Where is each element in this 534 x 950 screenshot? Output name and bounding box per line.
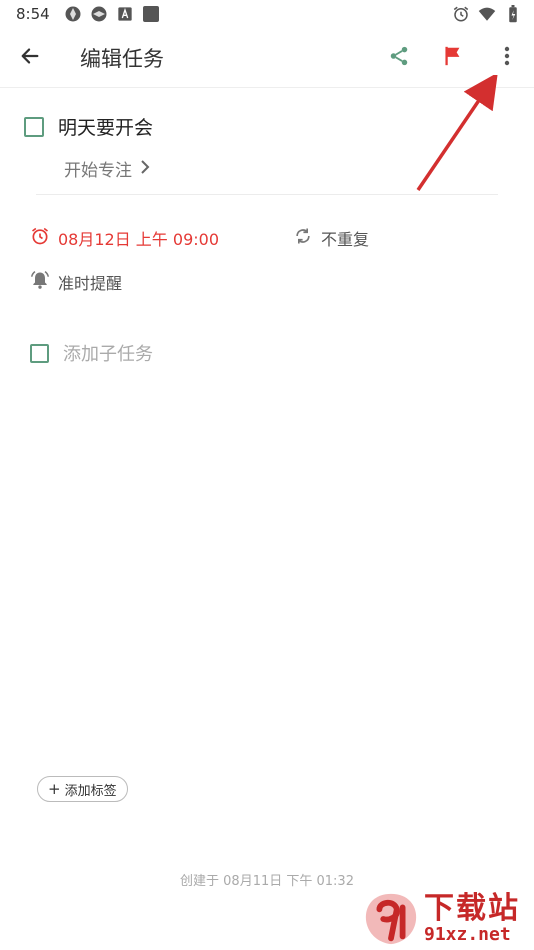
task-title[interactable]: 明天要开会 bbox=[58, 113, 153, 140]
flag-icon bbox=[443, 45, 463, 71]
add-subtask-placeholder: 添加子任务 bbox=[63, 344, 153, 365]
repeat-icon bbox=[293, 226, 313, 250]
arrow-left-icon bbox=[19, 45, 41, 71]
a-icon bbox=[116, 5, 134, 23]
back-button[interactable] bbox=[0, 28, 60, 88]
add-tag-button[interactable]: + 添加标签 bbox=[37, 776, 128, 802]
wifi-icon bbox=[478, 5, 496, 23]
chevron-right-icon bbox=[140, 158, 150, 179]
reminder-button[interactable]: 准时提醒 bbox=[30, 270, 122, 294]
alarm-bell-icon bbox=[30, 270, 50, 294]
add-tag-label: 添加标签 bbox=[64, 783, 117, 799]
watermark: 下载站 91xz.net bbox=[362, 890, 520, 948]
due-date-button[interactable]: 08月12日 上午 09:00 bbox=[30, 226, 219, 250]
start-focus-button[interactable]: 开始专注 bbox=[64, 156, 150, 181]
square-icon bbox=[142, 5, 160, 23]
reminder-label: 准时提醒 bbox=[58, 274, 123, 293]
status-time: 8:54 bbox=[16, 5, 50, 23]
due-date-label: 08月12日 上午 09:00 bbox=[58, 230, 220, 249]
flag-button[interactable] bbox=[426, 28, 480, 88]
shutter-icon bbox=[64, 5, 82, 23]
divider bbox=[36, 194, 498, 195]
alarm-icon bbox=[452, 5, 470, 23]
repeat-button[interactable]: 不重复 bbox=[293, 226, 369, 250]
subtask-checkbox bbox=[30, 343, 49, 363]
status-bar: 8:54 bbox=[0, 0, 534, 28]
repeat-label: 不重复 bbox=[321, 230, 370, 249]
app-bar: 编辑任务 bbox=[0, 28, 534, 88]
plus-icon: + bbox=[48, 780, 61, 798]
start-focus-label: 开始专注 bbox=[64, 161, 132, 181]
annotation-arrow bbox=[416, 75, 498, 191]
more-options-button[interactable] bbox=[480, 28, 534, 88]
created-timestamp: 创建于 08月11日 下午 01:32 bbox=[180, 874, 354, 889]
share-icon bbox=[388, 45, 410, 71]
page-title: 编辑任务 bbox=[80, 46, 164, 71]
watermark-url: 91xz.net bbox=[424, 924, 511, 945]
battery-icon bbox=[504, 5, 522, 23]
watermark-logo-icon bbox=[365, 893, 417, 945]
task-checkbox[interactable] bbox=[24, 116, 44, 137]
share-button[interactable] bbox=[372, 28, 426, 88]
add-subtask-row[interactable]: 添加子任务 bbox=[30, 340, 153, 366]
task-title-row: 明天要开会 bbox=[24, 113, 153, 140]
watermark-text: 下载站 bbox=[424, 891, 520, 926]
clock-icon bbox=[30, 226, 50, 250]
shutter-icon bbox=[90, 5, 108, 23]
more-vert-icon bbox=[504, 46, 510, 70]
